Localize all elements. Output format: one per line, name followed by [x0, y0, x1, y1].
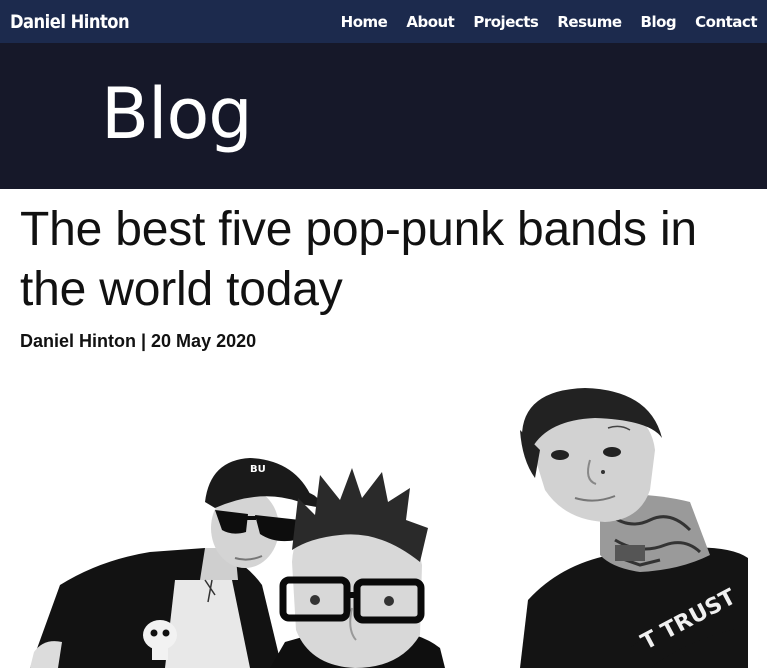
svg-text:BU: BU: [250, 464, 266, 475]
nav-link-about[interactable]: About: [406, 13, 455, 31]
nav-link-home[interactable]: Home: [341, 13, 388, 31]
hero-title: Blog: [101, 73, 253, 155]
nav-link-contact[interactable]: Contact: [695, 13, 757, 31]
hero-banner: Blog: [0, 43, 767, 189]
site-brand-link[interactable]: Daniel Hinton: [10, 11, 130, 33]
nav-link-projects[interactable]: Projects: [473, 13, 539, 31]
top-navbar: Daniel Hinton Home About Projects Resume…: [0, 0, 767, 43]
post-byline: Daniel Hinton | 20 May 2020: [20, 331, 257, 351]
main-nav: Home About Projects Resume Blog Contact: [322, 13, 758, 31]
nav-link-resume[interactable]: Resume: [557, 13, 622, 31]
nav-link-blog[interactable]: Blog: [641, 13, 677, 31]
band-photo: BU T TRUST: [0, 380, 767, 668]
post-title: The best five pop-punk bands in the worl…: [20, 203, 697, 316]
